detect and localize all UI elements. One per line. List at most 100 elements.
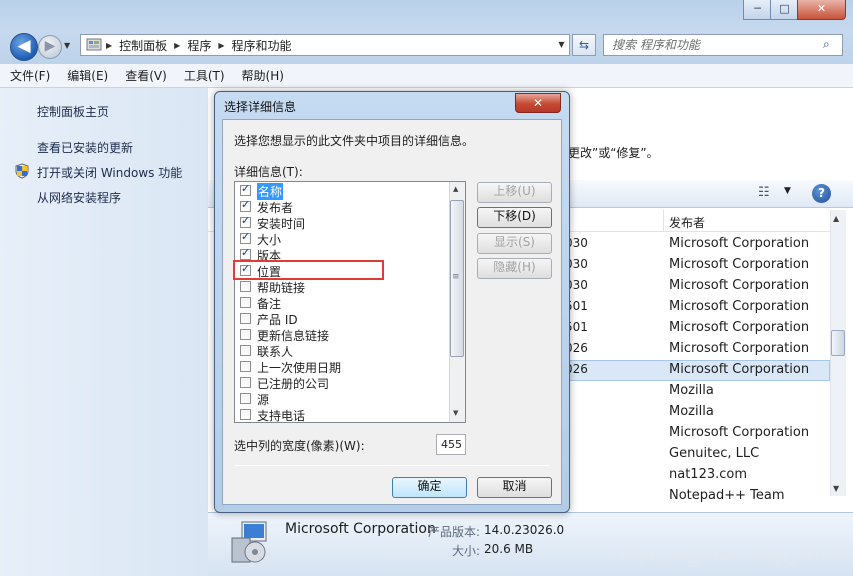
row-publisher[interactable]: Microsoft Corporation (669, 362, 809, 377)
row-publisher[interactable]: Mozilla (669, 404, 714, 419)
shield-icon (14, 163, 30, 179)
row-publisher[interactable]: Microsoft Corporation (669, 425, 809, 440)
details-list-item-label: 名称 (257, 183, 284, 200)
annotation-highlight-box (233, 260, 384, 280)
scroll-up-arrow-icon[interactable]: ▲ (833, 214, 839, 223)
checkbox[interactable] (240, 345, 251, 356)
dialog-separator (234, 465, 549, 466)
row-publisher[interactable]: Microsoft Corporation (669, 236, 809, 251)
details-version-label: 产品版本: (428, 525, 481, 539)
installer-icon (228, 520, 270, 566)
back-arrow-icon: ◀ (17, 36, 31, 56)
row-publisher[interactable]: Microsoft Corporation (669, 341, 809, 356)
row-publisher[interactable]: Mozilla (669, 383, 714, 398)
breadcrumb-programs[interactable]: 程序 (180, 37, 218, 54)
details-list-item-label: 源 (257, 393, 270, 407)
ok-button[interactable]: 确定 (392, 477, 467, 498)
sidebar-item-install-from-network[interactable]: 从网络安装程序 (37, 189, 121, 206)
scroll-down-arrow-icon[interactable]: ▼ (453, 409, 458, 417)
menu-tools[interactable]: 工具(T) (184, 67, 225, 84)
view-options-icon[interactable]: ☷ (758, 185, 778, 201)
menu-help[interactable]: 帮助(H) (242, 67, 284, 84)
row-publisher[interactable]: Microsoft Corporation (669, 257, 809, 272)
recent-pages-dropdown[interactable]: ▼ (64, 40, 76, 52)
checkbox[interactable] (240, 198, 251, 212)
column-width-input[interactable]: 455 (436, 434, 466, 455)
details-list-item-label: 更新信息链接 (257, 329, 330, 343)
checkbox[interactable] (240, 313, 251, 324)
breadcrumb-control-panel[interactable]: 控制面板 (112, 37, 174, 54)
search-icon[interactable]: ⌕ (823, 37, 839, 53)
dialog-close-button[interactable]: ✕ (515, 93, 561, 113)
watermark: https://blog.csdn.net/qq_38161040 (620, 548, 853, 564)
details-size: 20.6 MB (484, 542, 534, 556)
folder-icon (81, 37, 106, 54)
close-button[interactable]: ✕ (797, 0, 846, 20)
minimize-button[interactable]: ─ (743, 0, 772, 20)
sidebar-item-windows-features[interactable]: 打开或关闭 Windows 功能 (37, 164, 182, 181)
sidebar-item-control-panel-home[interactable]: 控制面板主页 (37, 103, 109, 120)
cancel-button[interactable]: 取消 (477, 477, 552, 498)
scroll-up-arrow-icon[interactable]: ▲ (453, 185, 458, 193)
details-list-item-label: 备注 (257, 297, 282, 311)
checkbox[interactable] (240, 409, 251, 420)
details-list-item-label: 发布者 (257, 201, 294, 215)
scrollbar-thumb[interactable] (831, 330, 845, 356)
row-publisher[interactable]: Microsoft Corporation (669, 320, 809, 335)
row-publisher[interactable]: Microsoft Corporation (669, 278, 809, 293)
forward-arrow-icon: ▶ (44, 38, 56, 54)
back-button[interactable]: ◀ (10, 33, 38, 61)
move-down-button[interactable]: 下移(D) (477, 207, 552, 228)
menu-file[interactable]: 文件(F) (10, 67, 50, 84)
menu-edit[interactable]: 编辑(E) (67, 67, 108, 84)
details-list-item-label: 联系人 (257, 345, 294, 359)
checkbox[interactable] (240, 230, 251, 244)
checkbox[interactable] (240, 377, 251, 388)
details-list-item-label: 大小 (257, 233, 282, 247)
view-dropdown-icon[interactable]: ▼ (784, 186, 791, 196)
details-list-item-label: 已注册的公司 (257, 377, 330, 391)
refresh-button[interactable]: ⇆ (572, 34, 596, 56)
details-list-item-label: 上一次使用日期 (257, 361, 342, 375)
row-publisher[interactable]: Notepad++ Team (669, 488, 785, 503)
sidebar-item-installed-updates[interactable]: 查看已安装的更新 (37, 139, 133, 156)
scroll-grip-icon: ≡ (452, 272, 460, 282)
row-publisher[interactable]: Microsoft Corporation (669, 299, 809, 314)
forward-button[interactable]: ▶ (38, 35, 62, 59)
details-publisher: Microsoft Corporation (285, 521, 436, 537)
sidebar (0, 88, 208, 576)
content-description: 更改”或“修复”。 (568, 146, 659, 160)
hide-button[interactable]: 隐藏(H) (477, 258, 552, 279)
row-publisher[interactable]: Genuitec, LLC (669, 446, 759, 461)
column-header-publisher[interactable]: 发布者 (669, 214, 705, 231)
checkbox[interactable] (240, 329, 251, 340)
maximize-button[interactable]: □ (770, 0, 799, 20)
details-list-label: 详细信息(T): (234, 165, 303, 179)
menu-view[interactable]: 查看(V) (125, 67, 167, 84)
checkbox[interactable] (240, 246, 251, 260)
checkbox[interactable] (240, 361, 251, 372)
checkbox[interactable] (240, 297, 251, 308)
details-list-item-label: 支持电话 (257, 409, 306, 423)
details-list-item-label: 帮助链接 (257, 281, 306, 295)
scroll-down-arrow-icon[interactable]: ▼ (833, 484, 839, 493)
details-list-item-label: 产品 ID (257, 313, 298, 327)
dialog-instruction: 选择您想显示的此文件夹中项目的详细信息。 (234, 134, 475, 148)
move-up-button[interactable]: 上移(U) (477, 182, 552, 203)
search-input[interactable]: 搜索 程序和功能 (603, 34, 843, 56)
address-bar[interactable]: ▶ 控制面板 ▶ 程序 ▶ 程序和功能 (80, 34, 570, 56)
details-version: 14.0.23026.0 (484, 523, 565, 537)
checkbox[interactable] (240, 281, 251, 292)
details-list-item-label: 安装时间 (257, 217, 306, 231)
help-icon[interactable]: ? (812, 184, 831, 203)
show-button[interactable]: 显示(S) (477, 233, 552, 254)
address-dropdown[interactable]: ▼ (554, 35, 569, 55)
row-publisher[interactable]: nat123.com (669, 467, 747, 482)
column-divider[interactable] (663, 210, 664, 232)
details-size-label: 大小: (452, 544, 481, 558)
breadcrumb-programs-features[interactable]: 程序和功能 (225, 37, 299, 54)
checkbox[interactable] (240, 393, 251, 404)
checkbox[interactable] (240, 214, 251, 228)
dialog-title: 选择详细信息 (224, 100, 297, 114)
checkbox[interactable] (240, 182, 251, 196)
